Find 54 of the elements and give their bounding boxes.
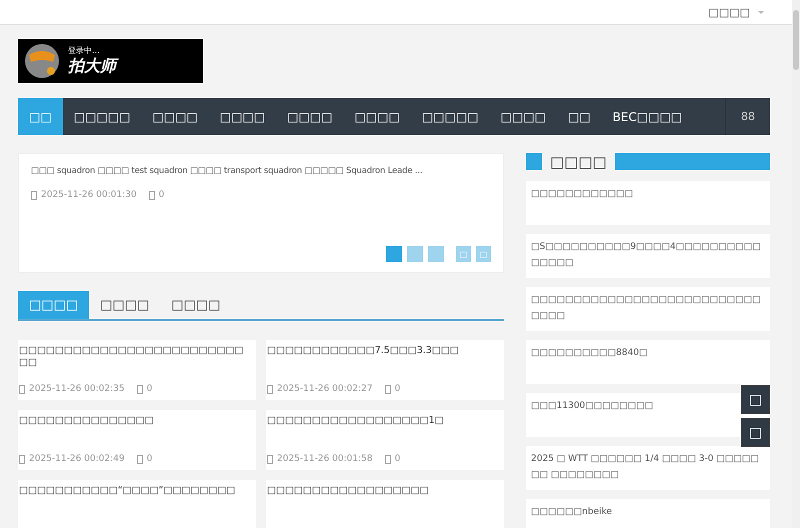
missing-glyph-icon [384, 454, 391, 464]
nav-item[interactable]: □□□□ [276, 98, 344, 135]
comment-count: 0 [146, 384, 152, 394]
sidebar-link[interactable]: □□□□□□□□□□□□ [526, 181, 770, 225]
more-button[interactable]: 88 [725, 98, 770, 135]
missing-glyph-icon [267, 454, 273, 464]
caret-icon [758, 10, 764, 14]
slide-title[interactable]: □□□ squadron □□□□ test squadron □□□□ transport squadron □□□□□ Squadron Leade ... [31, 166, 491, 176]
article-date: 2025-11-26 00:02:27 [277, 384, 373, 394]
tab[interactable]: □□□□ [160, 291, 232, 319]
comment-count: 0 [158, 190, 164, 200]
article-title[interactable]: □□□□□□□□□□□□7.5□□□3.3□□□ [267, 345, 504, 358]
site-logo[interactable]: 登录中... 拍大师 [18, 39, 203, 83]
top-menu-link[interactable]: □□□□ [708, 6, 764, 18]
logo-status: 登录中... [68, 45, 101, 56]
sidebar-link[interactable]: □□□□□□□□□□□□□□□□□□□□□□□□□□□□□□□ [526, 287, 770, 331]
comment-count: 0 [146, 454, 152, 464]
comment-count: 0 [394, 454, 400, 464]
sidebar-link[interactable]: □S□□□□□□□□□□9□□□□4□□□□□□□□□□□□□□□ [526, 234, 770, 278]
article-date: 2025-11-26 00:01:58 [277, 454, 373, 464]
sidebar-link[interactable]: □□□□□□nbeike [526, 499, 770, 528]
nav-item[interactable]: □□□□ [208, 98, 276, 135]
article-title[interactable]: □□□□□□□□□□□□□□□□□□1□ [267, 415, 504, 428]
nav-item[interactable]: □□□□ [343, 98, 411, 135]
article-title[interactable]: □□□□□□□□□□□“□□□□”□□□□□□□□ [19, 485, 256, 498]
article-title[interactable]: □□□□□□□□□□□□□□□□□□ [267, 485, 504, 498]
missing-glyph-icon [384, 384, 391, 394]
nav-item[interactable]: BEC□□□□ [602, 98, 694, 135]
header-marker [526, 153, 542, 170]
missing-glyph-icon [148, 190, 155, 200]
article-title[interactable]: □□□□□□□□□□□□□□□□□□□□□□□□□□□ [19, 345, 256, 370]
article-date: 2025-11-26 00:01:30 [41, 190, 137, 200]
missing-glyph-icon [136, 454, 143, 464]
missing-glyph-icon [136, 384, 143, 394]
nav-item[interactable]: □□□□ [141, 98, 209, 135]
missing-glyph-icon [267, 384, 273, 394]
tab[interactable]: □□□□ [89, 291, 160, 319]
missing-glyph-icon [19, 454, 25, 464]
missing-glyph-icon [31, 190, 37, 200]
comment-count: 0 [394, 384, 400, 394]
nav-item[interactable]: □□ [556, 98, 602, 135]
nav-item[interactable]: □□□□ [490, 98, 557, 135]
helmet-icon [24, 43, 60, 79]
float-button[interactable]: □ [741, 385, 770, 414]
nav-item[interactable]: □□□□□ [62, 98, 142, 135]
sidebar-title: □□□□ [550, 152, 607, 170]
sidebar-link[interactable]: 2025 □ WTT □□□□□□ 1/4 □□□□ 3-0 □□□□□□□ □□□□□□□□ [526, 446, 770, 490]
article-date: 2025-11-26 00:02:49 [29, 454, 125, 464]
article-date: 2025-11-26 00:02:35 [29, 384, 125, 394]
float-button[interactable]: □ [741, 418, 770, 447]
article-title[interactable]: □□□□□□□□□□□□□□□ [19, 415, 256, 428]
missing-glyph-icon [19, 384, 25, 394]
nav-item[interactable]: □□□□□ [410, 98, 490, 135]
sidebar-link[interactable]: □□□□□□□□□□8840□ [526, 340, 770, 384]
